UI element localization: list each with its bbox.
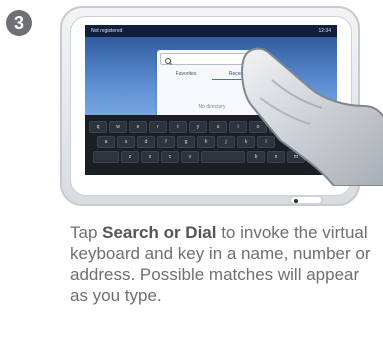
key-u[interactable]: u	[209, 121, 227, 133]
touch-panel-device: Not registered 12:34 Favorites Recents N…	[60, 6, 383, 206]
key-e[interactable]: e	[129, 121, 147, 133]
tab-favorites[interactable]: Favorites	[160, 68, 212, 80]
key-shift[interactable]	[93, 151, 119, 163]
key-c[interactable]: c	[161, 151, 179, 163]
key-a[interactable]: a	[97, 136, 115, 148]
key-y[interactable]: y	[189, 121, 207, 133]
key-v[interactable]: v	[181, 151, 199, 163]
key-j[interactable]: j	[217, 136, 235, 148]
key-g[interactable]: g	[177, 136, 195, 148]
key-d[interactable]: d	[137, 136, 155, 148]
home-button[interactable]	[289, 195, 323, 205]
key-x[interactable]: x	[141, 151, 159, 163]
key-z[interactable]: z	[121, 151, 139, 163]
home-button-dot	[294, 199, 298, 203]
search-or-dial-label: Search or Dial	[102, 223, 217, 242]
key-w[interactable]: w	[109, 121, 127, 133]
key-r[interactable]: r	[149, 121, 167, 133]
pointing-hand-illustration	[241, 47, 383, 186]
registration-status: Not registered	[91, 28, 123, 34]
step-number-badge: 3	[6, 10, 32, 36]
instruction-text: Tap Search or Dial to invoke the virtual…	[70, 222, 376, 306]
key-t[interactable]: t	[169, 121, 187, 133]
key-h[interactable]: h	[197, 136, 215, 148]
instruction-prefix: Tap	[70, 223, 103, 242]
key-f[interactable]: f	[157, 136, 175, 148]
search-icon	[165, 58, 171, 64]
key-q[interactable]: q	[89, 121, 107, 133]
key-s[interactable]: s	[117, 136, 135, 148]
